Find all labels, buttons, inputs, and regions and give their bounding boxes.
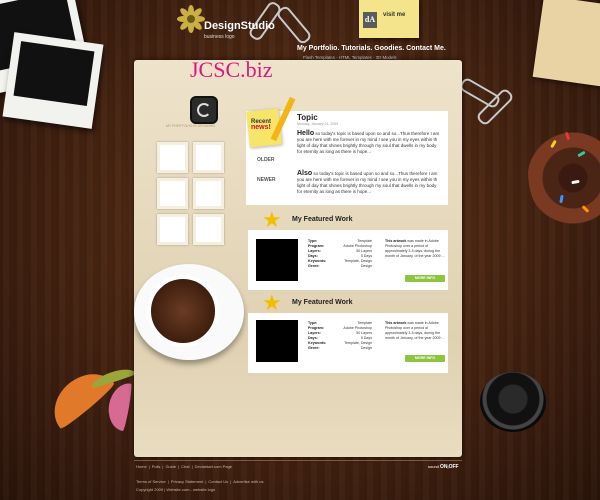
footer-links[interactable]: Home | Polls | Guide | Chat | Deviantart.com Pag… <box>136 464 234 469</box>
featured-meta: Type: Template Program: Adobe Photoshop La… <box>308 321 372 350</box>
thumbnail[interactable] <box>157 178 188 209</box>
featured-description: This artwork was made in Adobe Photoshop… <box>385 321 445 340</box>
logo-title[interactable]: DesignStudio <box>204 20 275 32</box>
star-icon: ★ <box>262 207 282 232</box>
paperclip-icon <box>275 4 313 46</box>
logo-subtitle: business logo <box>204 34 235 40</box>
polaroid-photo <box>2 32 104 129</box>
flower-logo-icon <box>177 5 205 33</box>
coffee-cup <box>147 275 219 347</box>
thumbnail[interactable] <box>193 214 224 245</box>
top-navigation[interactable]: My Portfolio. Tutorials. Goodies. Contac… <box>297 45 446 52</box>
star-icon: ★ <box>262 290 282 315</box>
featured-heading: My Featured Work <box>292 299 353 306</box>
footer-divider <box>134 460 462 461</box>
newer-link[interactable]: NEWER <box>257 177 276 183</box>
featured-image[interactable] <box>256 320 298 362</box>
older-link[interactable]: OLDER <box>257 157 275 163</box>
more-info-button[interactable]: MORE INFO <box>405 355 445 362</box>
footer-links-secondary[interactable]: Terms of Service | Privacy Statement | Conta… <box>136 479 265 484</box>
featured-meta: Type: Template Program: Adobe Photoshop La… <box>308 239 372 268</box>
visit-me-label[interactable]: visit me <box>383 12 405 18</box>
topic-date: Monday, January 01, 2009 <box>297 122 339 126</box>
thumbnail[interactable] <box>193 178 224 209</box>
featured-image[interactable] <box>256 239 298 281</box>
sound-toggle[interactable]: sound ON|OFF <box>428 464 459 470</box>
thumbnail[interactable] <box>157 214 188 245</box>
thumbnail[interactable] <box>157 142 188 173</box>
thumbnail[interactable] <box>193 142 224 173</box>
topic-paragraph-2: Also so today's topic is based upon so a… <box>297 170 438 194</box>
feather-decoration <box>41 361 117 431</box>
featured-heading: My Featured Work <box>292 216 353 223</box>
deviantart-logo-icon: dA <box>363 12 377 28</box>
topic-paragraph-1: Hello so today's topic is based upon so … <box>297 130 440 154</box>
emblem-icon <box>190 96 218 124</box>
paper-scrap <box>532 0 600 87</box>
more-info-button[interactable]: MORE INFO <box>405 275 445 282</box>
paperclip-icon <box>458 76 502 110</box>
inkwell-decoration <box>480 372 546 432</box>
sidebar-tagline: MY PORTFOLIO IS GROWING <box>166 124 216 128</box>
donut-decoration <box>528 112 600 232</box>
featured-description: This artwork was made in Adobe Photoshop… <box>385 239 445 258</box>
topic-title: Topic <box>297 113 318 122</box>
watermark: JCSC.biz <box>190 57 273 82</box>
recent-news-label: Recent news! <box>251 119 272 131</box>
copyright: Copyright 2009 | Website.com - website l… <box>136 487 216 492</box>
